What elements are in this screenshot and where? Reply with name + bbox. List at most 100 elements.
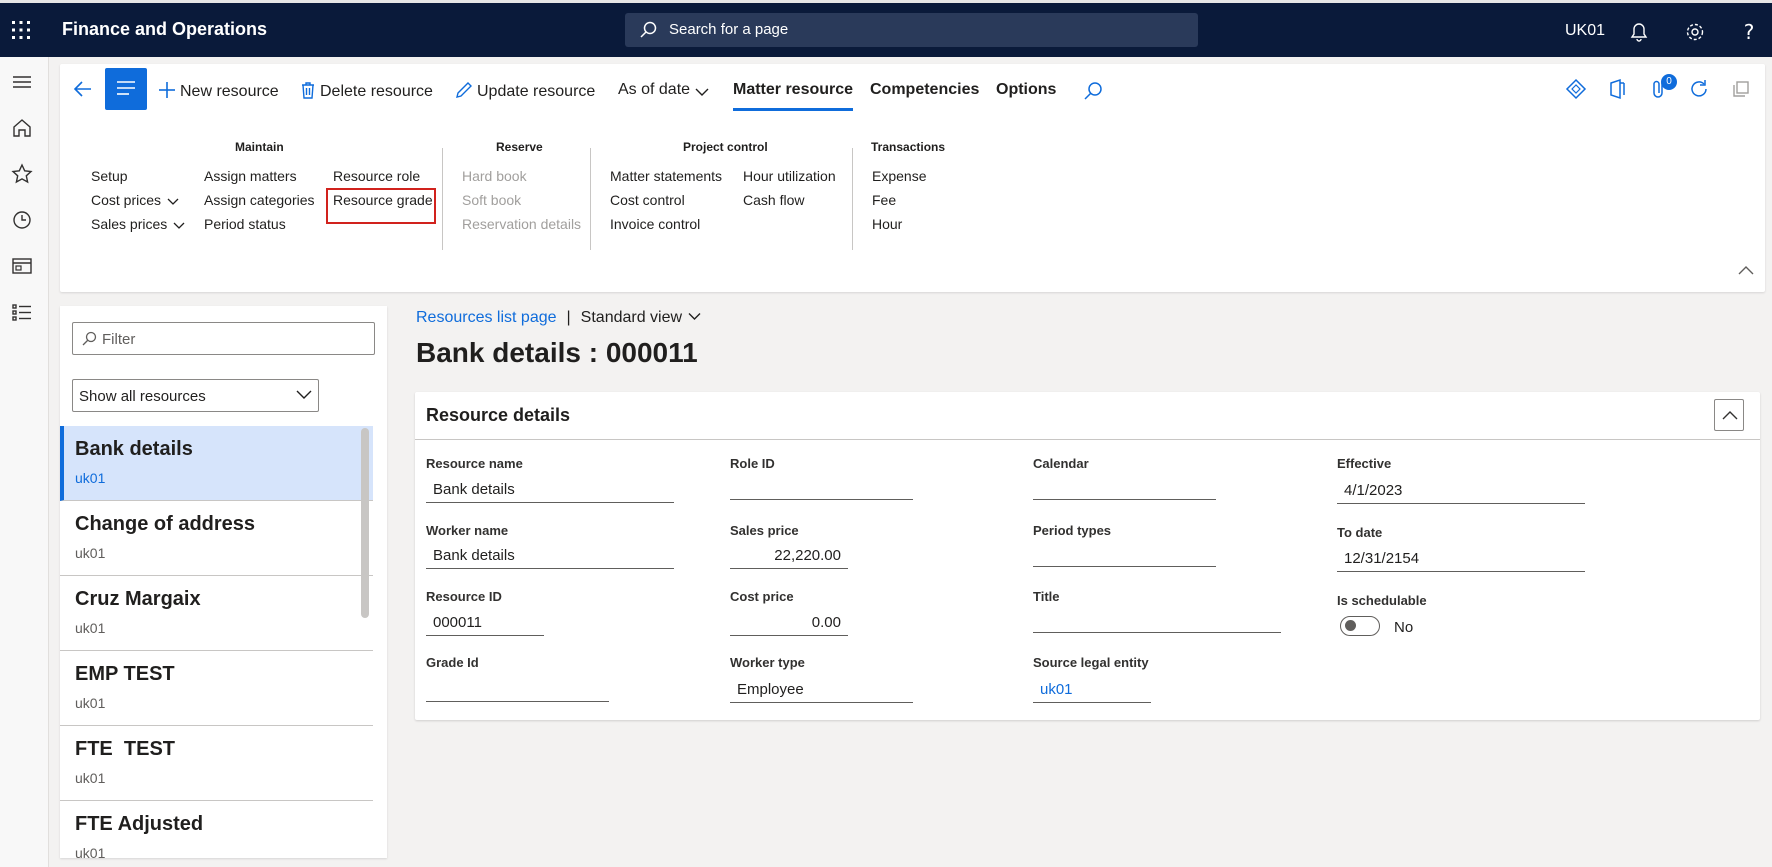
help-icon[interactable]: ? <box>1738 21 1760 43</box>
list-item[interactable]: Cruz Margaix uk01 <box>60 576 373 651</box>
is-schedulable-toggle[interactable] <box>1340 616 1380 636</box>
worker-name-field[interactable]: Bank details <box>426 543 674 569</box>
setup-button[interactable]: Setup <box>91 168 128 184</box>
cost-price-label: Cost price <box>730 589 794 604</box>
hard-book-button[interactable]: Hard book <box>462 168 527 184</box>
assign-categories-button[interactable]: Assign categories <box>204 192 315 208</box>
list-item[interactable]: Bank details uk01 <box>60 426 373 501</box>
search-icon <box>82 331 97 346</box>
sales-price-label: Sales price <box>730 523 799 538</box>
chevron-down-icon <box>167 198 179 205</box>
resource-view-dropdown[interactable]: Show all resources <box>72 379 319 412</box>
breadcrumb-separator: | <box>566 309 571 326</box>
app-title[interactable]: Finance and Operations <box>62 19 267 40</box>
bell-icon[interactable] <box>1628 21 1650 43</box>
office-icon[interactable] <box>1606 78 1628 100</box>
list-icon[interactable] <box>11 301 33 323</box>
sales-price-field[interactable]: 22,220.00 <box>730 543 848 569</box>
top-nav-bar: Finance and Operations Search for a page… <box>0 0 1772 57</box>
home-icon[interactable] <box>11 117 33 139</box>
sales-prices-menu[interactable]: Sales prices <box>91 216 185 232</box>
soft-book-button[interactable]: Soft book <box>462 192 521 208</box>
as-of-date-button[interactable]: As of date <box>618 81 713 99</box>
source-legal-entity-field[interactable]: uk01 <box>1033 677 1151 703</box>
workspace-icon[interactable] <box>11 255 33 277</box>
chevron-up-icon <box>1722 411 1738 420</box>
cost-price-field[interactable]: 0.00 <box>730 610 848 636</box>
group-divider <box>442 148 443 250</box>
cost-control-button[interactable]: Cost control <box>610 192 685 208</box>
filter-placeholder: Filter <box>102 331 136 348</box>
period-status-button[interactable]: Period status <box>204 216 286 232</box>
cost-prices-menu[interactable]: Cost prices <box>91 192 179 208</box>
hour-utilization-button[interactable]: Hour utilization <box>743 168 836 184</box>
to-date-field[interactable]: 12/31/2154 <box>1337 546 1585 572</box>
fee-button[interactable]: Fee <box>872 192 896 208</box>
role-id-field[interactable] <box>730 474 913 500</box>
resource-list-panel: Filter Show all resources Bank details u… <box>60 306 387 858</box>
group-divider <box>590 148 591 250</box>
worker-type-field[interactable]: Employee <box>730 677 913 703</box>
assign-matters-button[interactable]: Assign matters <box>204 168 297 184</box>
list-scrollbar[interactable] <box>361 428 369 618</box>
is-schedulable-value: No <box>1394 619 1414 636</box>
tab-competencies[interactable]: Competencies <box>870 81 979 99</box>
list-item[interactable]: EMP TEST uk01 <box>60 651 373 726</box>
update-resource-button[interactable]: Update resource <box>455 81 595 101</box>
effective-label: Effective <box>1337 456 1392 471</box>
matter-statements-button[interactable]: Matter statements <box>610 168 722 184</box>
chevron-down-icon <box>173 222 185 229</box>
search-placeholder: Search for a page <box>669 21 789 38</box>
action-menu-button[interactable] <box>105 68 147 110</box>
plus-icon <box>159 82 175 98</box>
source-legal-entity-label: Source legal entity <box>1033 655 1149 670</box>
clock-icon[interactable] <box>11 209 33 231</box>
waffle-icon[interactable] <box>10 19 32 41</box>
card-header[interactable]: Resource details <box>415 392 1760 440</box>
list-item[interactable]: FTE TEST uk01 <box>60 726 373 801</box>
gear-icon[interactable] <box>1684 21 1706 43</box>
resource-details-card: Resource details Resource name Bank deta… <box>415 392 1760 720</box>
search-icon[interactable] <box>1082 80 1104 102</box>
trash-icon <box>302 82 314 99</box>
title-label: Title <box>1033 589 1060 604</box>
chevron-down-icon <box>688 313 701 320</box>
resource-role-button[interactable]: Resource role <box>333 168 420 184</box>
star-icon[interactable] <box>11 163 33 185</box>
search-page-input[interactable]: Search for a page <box>625 13 1198 47</box>
page-title: Bank details : 000011 <box>416 337 698 368</box>
list-item[interactable]: Change of address uk01 <box>60 501 373 576</box>
svg-text:?: ? <box>1744 21 1755 43</box>
power-apps-icon[interactable] <box>1565 78 1587 100</box>
list-item[interactable]: FTE Adjusted uk01 <box>60 801 373 858</box>
cash-flow-button[interactable]: Cash flow <box>743 192 804 208</box>
resource-name-field[interactable]: Bank details <box>426 477 674 503</box>
invoice-control-button[interactable]: Invoice control <box>610 216 700 232</box>
calendar-field[interactable] <box>1033 474 1216 500</box>
new-resource-button[interactable]: New resource <box>158 81 279 101</box>
tab-matter-resource[interactable]: Matter resource <box>733 81 854 111</box>
expense-button[interactable]: Expense <box>872 168 926 184</box>
chevron-down-icon <box>695 88 708 96</box>
hamburger-icon[interactable] <box>11 71 33 93</box>
collapse-card-button[interactable] <box>1714 399 1744 431</box>
hour-button[interactable]: Hour <box>872 216 902 232</box>
standard-view-selector[interactable]: Standard view <box>581 309 701 326</box>
resource-id-field[interactable]: 000011 <box>426 610 544 636</box>
company-picker[interactable]: UK01 <box>1565 22 1605 40</box>
reservation-details-button[interactable]: Reservation details <box>462 216 581 232</box>
back-arrow-icon[interactable] <box>72 78 94 100</box>
grade-id-field[interactable] <box>426 676 609 702</box>
toggle-knob <box>1345 620 1356 631</box>
title-field[interactable] <box>1033 607 1281 633</box>
resource-name-label: Resource name <box>426 456 523 471</box>
filter-input[interactable]: Filter <box>72 322 375 355</box>
effective-date-field[interactable]: 4/1/2023 <box>1337 478 1585 504</box>
open-new-window-icon[interactable] <box>1730 78 1752 100</box>
refresh-icon[interactable] <box>1688 78 1710 100</box>
period-types-field[interactable] <box>1033 541 1216 567</box>
chevron-up-icon[interactable] <box>1737 262 1755 280</box>
tab-options[interactable]: Options <box>996 81 1056 99</box>
delete-resource-button[interactable]: Delete resource <box>300 81 433 101</box>
resources-list-page-link[interactable]: Resources list page <box>416 309 557 326</box>
